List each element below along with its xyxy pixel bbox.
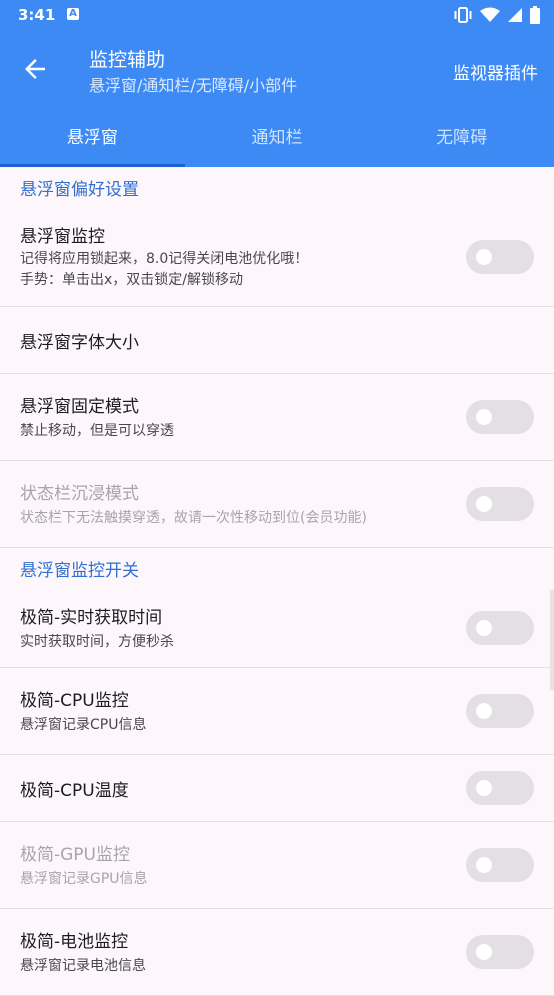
tab-accessibility[interactable]: 无障碍 [369, 115, 554, 167]
section-header-monitor-switches: 悬浮窗监控开关 [20, 560, 139, 581]
tab-notification-bar[interactable]: 通知栏 [185, 115, 370, 167]
battery-icon [530, 6, 540, 24]
setting-summary-line2: 手势：单击出x，双击锁定/解锁移动 [20, 272, 244, 288]
setting-floating-monitor[interactable]: 悬浮窗监控 记得将应用锁起来，8.0记得关闭电池优化哦！ 手势：单击出x，双击锁… [0, 207, 554, 307]
back-arrow-icon[interactable] [20, 54, 50, 84]
toggle-switch[interactable] [466, 848, 534, 882]
scrollbar[interactable] [550, 590, 554, 690]
setting-title: 悬浮窗字体大小 [20, 332, 139, 353]
setting-realtime-time[interactable]: 极简-实时获取时间 实时获取时间，方便秒杀 [0, 588, 554, 668]
wifi-icon [480, 7, 500, 23]
toggle-switch[interactable] [466, 694, 534, 728]
setting-font-size[interactable]: 悬浮窗字体大小 [0, 307, 554, 374]
setting-cpu-temperature[interactable]: 极简-CPU温度 [0, 755, 554, 822]
notification-a-icon: A [67, 8, 79, 20]
setting-immersive-mode[interactable]: 状态栏沉浸模式 状态栏下无法触摸穿透，故请一次性移动到位(会员功能) [0, 461, 554, 548]
settings-list: 悬浮窗偏好设置 悬浮窗监控 记得将应用锁起来，8.0记得关闭电池优化哦！ 手势：… [0, 167, 554, 996]
toggle-switch[interactable] [466, 610, 534, 645]
toggle-switch[interactable] [466, 771, 534, 805]
toggle-switch[interactable] [466, 935, 534, 969]
tab-floating-window[interactable]: 悬浮窗 [0, 115, 185, 167]
setting-fixed-mode[interactable]: 悬浮窗固定模式 禁止移动，但是可以穿透 [0, 374, 554, 461]
section-header-preferences: 悬浮窗偏好设置 [20, 179, 139, 200]
setting-gpu-monitor[interactable]: 极简-GPU监控 悬浮窗记录GPU信息 [0, 822, 554, 909]
vibrate-icon [453, 7, 473, 23]
setting-cpu-monitor[interactable]: 极简-CPU监控 悬浮窗记录CPU信息 [0, 668, 554, 755]
tab-bar: 悬浮窗 通知栏 无障碍 [0, 115, 554, 167]
toggle-switch[interactable] [466, 239, 534, 274]
page-title: 监控辅助 [89, 49, 166, 71]
status-icons [453, 6, 540, 24]
page-subtitle: 悬浮窗/通知栏/无障碍/小部件 [89, 76, 298, 95]
app-bar: 3:41 A 监控辅助 悬浮窗/通知栏/无障碍/小部件 监视器插件 悬浮窗 通知… [0, 0, 554, 167]
status-time: 3:41 [18, 6, 56, 24]
monitor-plugin-button[interactable]: 监视器插件 [453, 59, 538, 84]
status-bar: 3:41 A [0, 0, 554, 32]
setting-battery-monitor[interactable]: 极简-电池监控 悬浮窗记录电池信息 [0, 909, 554, 996]
signal-icon [507, 7, 523, 23]
toggle-switch[interactable] [466, 487, 534, 521]
toggle-switch[interactable] [466, 400, 534, 434]
